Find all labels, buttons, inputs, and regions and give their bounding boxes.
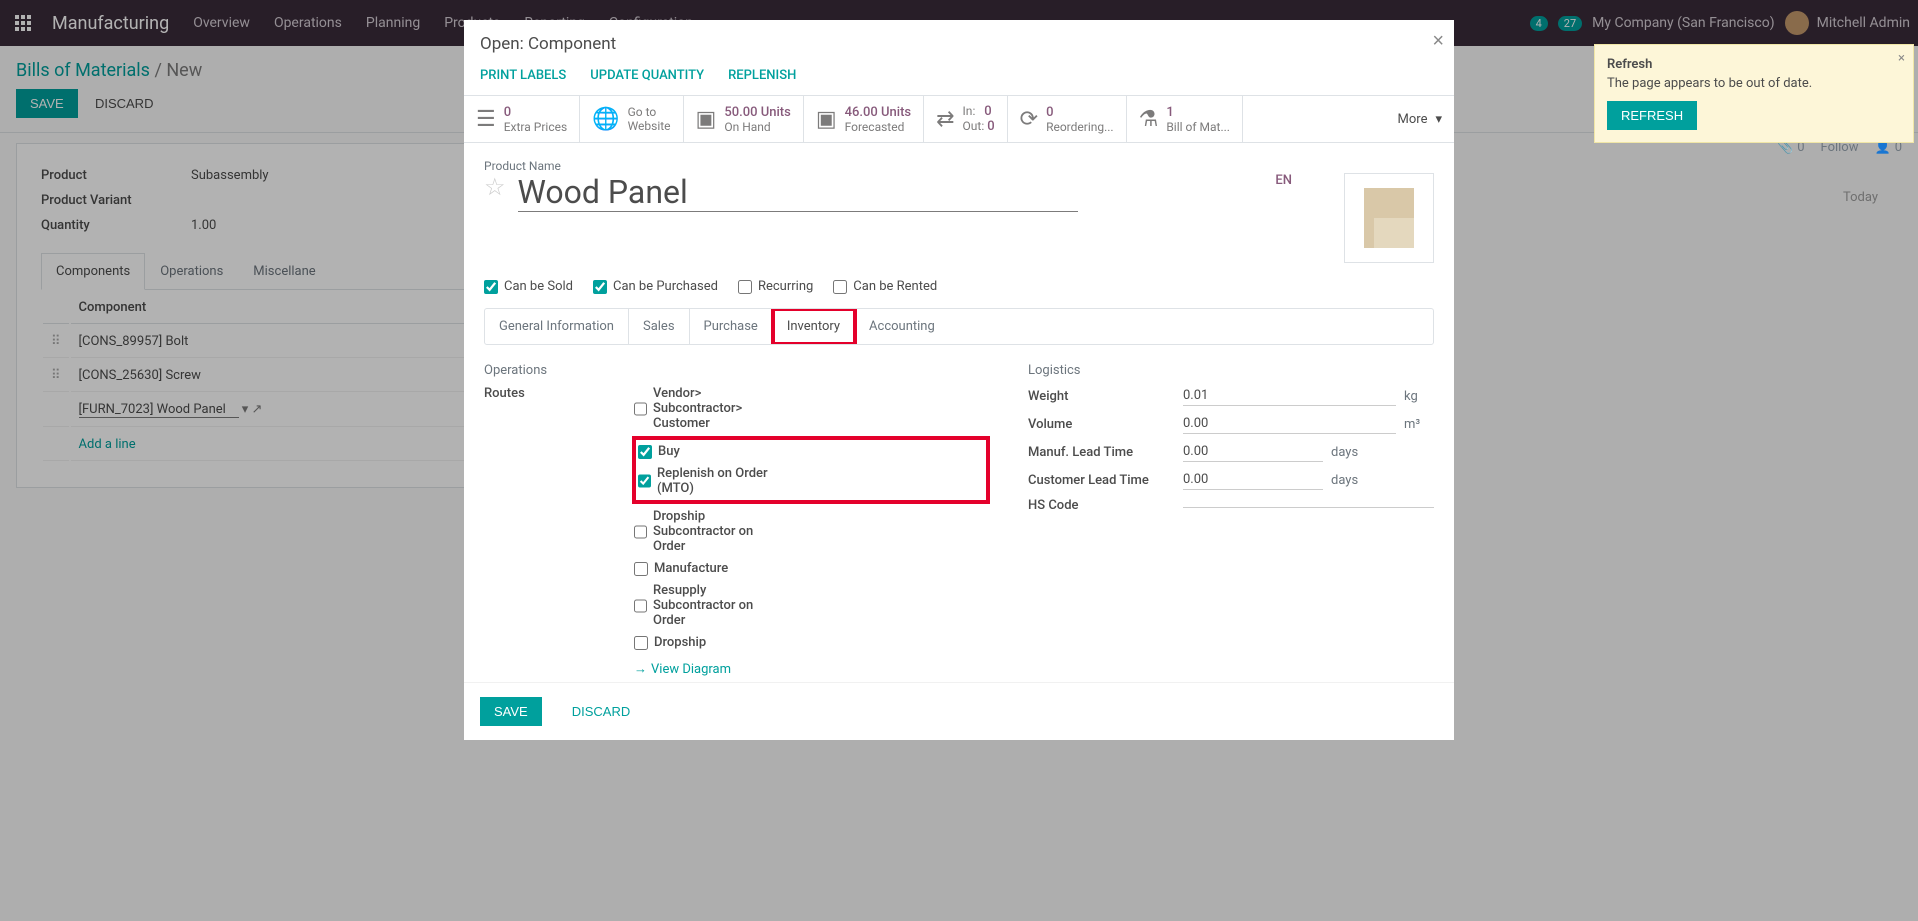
print-labels-button[interactable]: PRINT LABELS xyxy=(480,68,566,83)
update-quantity-button[interactable]: UPDATE QUANTITY xyxy=(590,68,704,83)
refresh-icon: ⟳ xyxy=(1020,107,1038,132)
today-label: Today xyxy=(1843,190,1878,205)
favorite-star-icon[interactable]: ☆ xyxy=(484,173,506,201)
product-name-input[interactable]: Wood Panel xyxy=(518,173,1078,212)
product-name-label: Product Name xyxy=(484,159,1434,173)
cust-lead-input[interactable]: 0.00 xyxy=(1183,470,1323,490)
transfer-icon: ⇄ xyxy=(936,107,954,132)
volume-label: Volume xyxy=(1028,417,1183,432)
hs-code-label: HS Code xyxy=(1028,498,1183,513)
check-can-be-sold[interactable]: Can be Sold xyxy=(484,279,573,294)
route-resupply-sub[interactable]: Resupply Subcontractor on Order xyxy=(634,583,784,628)
section-operations: Operations xyxy=(484,363,988,378)
manuf-lead-label: Manuf. Lead Time xyxy=(1028,445,1183,460)
stat-website[interactable]: 🌐Go toWebsite xyxy=(580,96,683,142)
cubes-icon: ▣ xyxy=(696,107,717,132)
modal-save-button[interactable]: SAVE xyxy=(480,697,542,726)
stat-onhand[interactable]: ▣50.00 UnitsOn Hand xyxy=(684,96,804,142)
check-can-be-purchased[interactable]: Can be Purchased xyxy=(593,279,718,294)
stat-buttons: ☰0Extra Prices 🌐Go toWebsite ▣50.00 Unit… xyxy=(464,95,1454,143)
volume-input[interactable]: 0.00 xyxy=(1183,414,1396,434)
cubes-icon: ▣ xyxy=(816,107,837,132)
tab-sales[interactable]: Sales xyxy=(629,309,690,344)
manuf-lead-input[interactable]: 0.00 xyxy=(1183,442,1323,462)
tab-general[interactable]: General Information xyxy=(485,309,629,344)
chevron-down-icon: ▾ xyxy=(1435,112,1442,127)
close-icon[interactable]: × xyxy=(1432,30,1444,53)
cust-lead-label: Customer Lead Time xyxy=(1028,473,1183,488)
arrow-right-icon: → xyxy=(634,661,647,677)
list-icon: ☰ xyxy=(476,107,496,132)
modal-toolbar: PRINT LABELS UPDATE QUANTITY REPLENISH xyxy=(464,68,1454,95)
flask-icon: ⚗ xyxy=(1139,107,1159,132)
product-tabs: General Information Sales Purchase Inven… xyxy=(484,308,1434,345)
stat-inout[interactable]: ⇄In: 0Out: 0 xyxy=(924,96,1008,142)
routes-list: Vendor> Subcontractor> Customer Buy Repl… xyxy=(634,386,988,677)
stat-forecasted[interactable]: ▣46.00 UnitsForecasted xyxy=(804,96,924,142)
toast-title: Refresh xyxy=(1607,57,1901,72)
view-diagram-link[interactable]: →View Diagram xyxy=(634,661,988,677)
weight-label: Weight xyxy=(1028,389,1183,404)
modal-title: Open: Component xyxy=(464,20,1454,68)
stat-more[interactable]: More ▾ xyxy=(1386,96,1454,142)
hs-code-input[interactable] xyxy=(1183,503,1434,508)
toast-body: The page appears to be out of date. xyxy=(1607,76,1901,91)
tab-inventory[interactable]: Inventory xyxy=(773,309,855,344)
check-recurring[interactable]: Recurring xyxy=(738,279,813,294)
section-logistics: Logistics xyxy=(1028,363,1434,378)
route-dropship-sub[interactable]: Dropship Subcontractor on Order xyxy=(634,509,784,554)
component-modal: × Open: Component PRINT LABELS UPDATE QU… xyxy=(464,20,1454,740)
routes-label: Routes xyxy=(484,386,634,677)
refresh-toast: × Refresh The page appears to be out of … xyxy=(1594,44,1914,143)
check-can-be-rented[interactable]: Can be Rented xyxy=(833,279,937,294)
replenish-button[interactable]: REPLENISH xyxy=(728,68,796,83)
route-dropship[interactable]: Dropship xyxy=(634,635,784,650)
modal-discard-button[interactable]: DISCARD xyxy=(558,697,645,726)
route-buy[interactable]: Buy xyxy=(638,444,788,459)
lang-badge[interactable]: EN xyxy=(1275,173,1292,188)
globe-icon: 🌐 xyxy=(592,107,619,132)
weight-input[interactable]: 0.01 xyxy=(1183,386,1396,406)
product-image[interactable] xyxy=(1344,173,1434,263)
tab-purchase[interactable]: Purchase xyxy=(690,309,773,344)
refresh-button[interactable]: REFRESH xyxy=(1607,101,1697,130)
modal-footer: SAVE DISCARD xyxy=(464,682,1454,740)
stat-bom[interactable]: ⚗1Bill of Mat... xyxy=(1127,96,1243,142)
route-manufacture[interactable]: Manufacture xyxy=(634,561,784,576)
route-mto[interactable]: Replenish on Order (MTO) xyxy=(638,466,788,496)
stat-extra-prices[interactable]: ☰0Extra Prices xyxy=(464,96,580,142)
stat-reordering[interactable]: ⟳0Reordering... xyxy=(1008,96,1127,142)
toast-close-icon[interactable]: × xyxy=(1898,51,1905,66)
route-vendor-sub-customer[interactable]: Vendor> Subcontractor> Customer xyxy=(634,386,784,431)
tab-accounting[interactable]: Accounting xyxy=(855,309,949,344)
